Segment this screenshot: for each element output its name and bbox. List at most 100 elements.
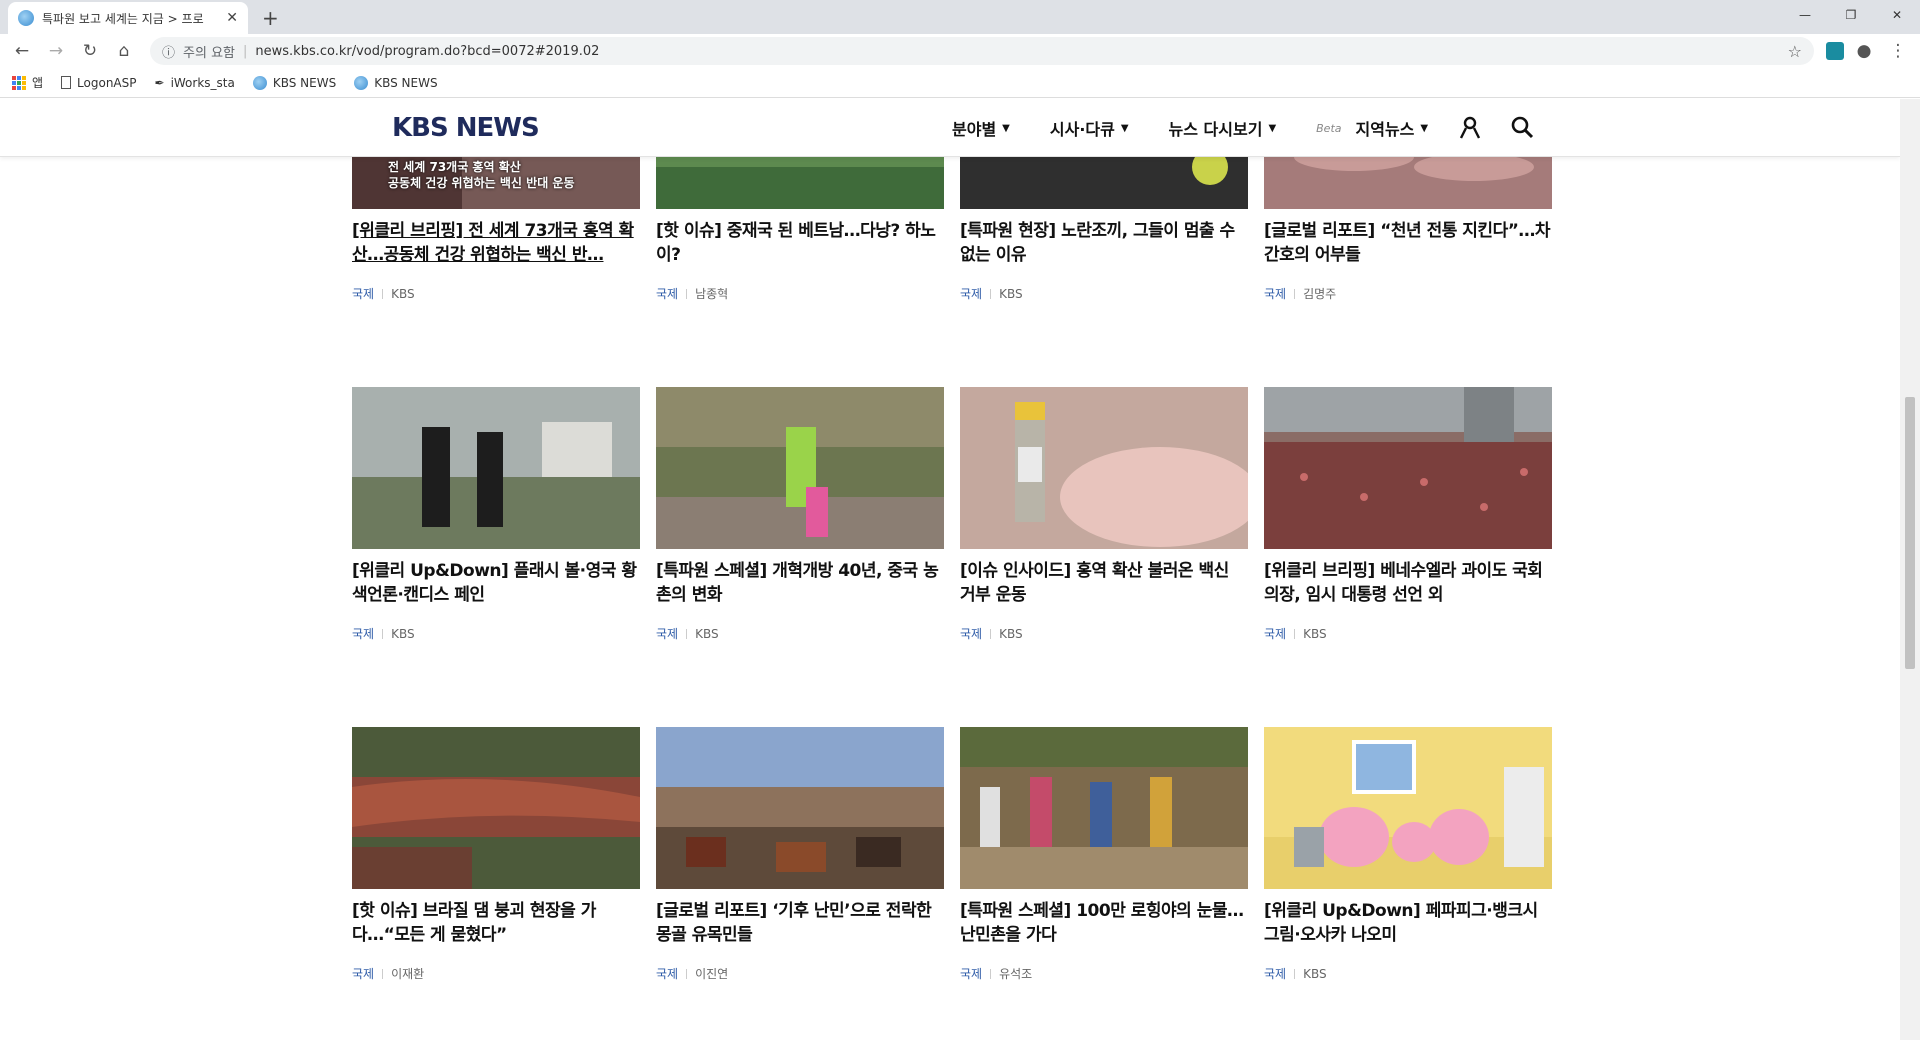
meta-divider xyxy=(1294,968,1296,979)
category-label: 국제 xyxy=(352,627,375,641)
profile-icon[interactable]: ● xyxy=(1850,37,1878,65)
video-meta: 국제 KBS xyxy=(960,285,1248,302)
meta-divider xyxy=(686,288,688,299)
nav-label: 지역뉴스 xyxy=(1355,120,1415,139)
category-label: 국제 xyxy=(656,627,679,641)
extension-icon[interactable] xyxy=(1826,42,1844,60)
video-thumbnail[interactable] xyxy=(1264,387,1552,549)
video-thumbnail[interactable] xyxy=(960,727,1248,889)
page-scrollbar[interactable] xyxy=(1900,99,1920,1040)
apps-icon xyxy=(12,75,26,90)
video-title-link[interactable]: [특파원 현장] 노란조끼, 그들이 멈출 수 없는 이유 xyxy=(960,219,1248,267)
video-card[interactable]: [특파원 스페셜] 개혁개방 40년, 중국 농촌의 변화국제 KBS xyxy=(656,387,944,642)
divider: | xyxy=(243,43,248,59)
video-card[interactable]: [이슈 인사이드] 홍역 확산 불러온 백신 거부 운동국제 KBS xyxy=(960,387,1248,642)
nav-item-documentary[interactable]: 시사·다큐 ▼ xyxy=(1050,116,1129,140)
browser-tab[interactable]: 특파원 보고 세계는 지금 > 프로 ✕ xyxy=(8,2,248,34)
meta-divider xyxy=(382,628,384,639)
video-card[interactable]: [위클리 Up&Down] 플래시 볼·영국 황색언론·캔디스 페인국제 KBS xyxy=(352,387,640,642)
video-card[interactable]: [위클리 브리핑] 베네수엘라 과이도 국회의장, 임시 대통령 선언 외국제 K… xyxy=(1264,387,1552,642)
user-icon[interactable] xyxy=(1458,115,1482,139)
bookmark-label: KBS NEWS xyxy=(374,75,438,90)
nav-item-local-news[interactable]: Beta 지역뉴스 ▼ xyxy=(1316,116,1428,140)
video-title-link[interactable]: [특파원 스페셜] 개혁개방 40년, 중국 농촌의 변화 xyxy=(656,559,944,607)
bookmark-star-icon[interactable]: ☆ xyxy=(1788,42,1802,61)
video-card[interactable]: [위클리 Up&Down] 페파피그·뱅크시 그림·오사카 나오미 국제 KBS xyxy=(1264,727,1552,982)
meta-divider xyxy=(990,968,992,979)
scrollbar-thumb[interactable] xyxy=(1905,397,1915,669)
bookmark-logonasp[interactable]: LogonASP xyxy=(61,75,137,90)
nav-label: 시사·다큐 xyxy=(1049,120,1115,139)
video-title-link[interactable]: [핫 이슈] 브라질 댐 붕괴 현장을 가다…“모든 게 묻혔다” xyxy=(352,899,640,947)
video-thumbnail[interactable] xyxy=(352,387,640,549)
nav-item-replay[interactable]: 뉴스 다시보기 ▼ xyxy=(1169,116,1277,140)
video-title-link[interactable]: [글로벌 리포트] “천년 전통 지킨다”…차간호의 어부들 xyxy=(1264,219,1552,267)
video-thumbnail[interactable] xyxy=(352,727,640,889)
bookmark-iworks[interactable]: ✒ iWorks_sta xyxy=(155,76,235,90)
video-meta: 국제 KBS xyxy=(960,625,1248,642)
bookmark-apps[interactable]: 앱 xyxy=(12,74,43,91)
video-title-link[interactable]: [위클리 Up&Down] 플래시 볼·영국 황색언론·캔디스 페인 xyxy=(352,559,640,607)
bookmark-kbs-news-2[interactable]: KBS NEWS xyxy=(354,75,438,90)
kbs-globe-icon xyxy=(354,75,369,90)
url-text[interactable]: news.kbs.co.kr/vod/program.do?bcd=0072#2… xyxy=(255,44,1779,59)
nav-label: 뉴스 다시보기 xyxy=(1168,120,1263,139)
reload-icon[interactable]: ↻ xyxy=(76,37,104,65)
info-icon[interactable]: ⓘ xyxy=(162,42,175,61)
home-icon[interactable]: ⌂ xyxy=(110,37,138,65)
video-card[interactable]: [글로벌 리포트] ‘기후 난민’으로 전락한 몽골 유목민들 국제 이진연 xyxy=(656,727,944,982)
bookmark-label: iWorks_sta xyxy=(170,75,235,90)
thumbnail-caption: 전 세계 73개국 홍역 확산 공동체 건강 위협하는 백신 반대 운동 xyxy=(388,159,575,191)
video-title-link[interactable]: [글로벌 리포트] ‘기후 난민’으로 전락한 몽골 유목민들 xyxy=(656,899,944,947)
video-title-link[interactable]: [위클리 브리핑] 전 세계 73개국 홍역 확산…공동체 건강 위협하는 백신… xyxy=(352,219,640,267)
forward-icon[interactable]: → xyxy=(42,37,70,65)
meta-divider xyxy=(686,968,688,979)
tab-close-icon[interactable]: ✕ xyxy=(226,10,238,26)
video-meta: 국제 KBS xyxy=(352,285,640,302)
video-card[interactable]: [특파원 스페셜] 100만 로힝야의 눈물…난민촌을 가다 국제 유석조 xyxy=(960,727,1248,982)
video-thumbnail[interactable] xyxy=(656,387,944,549)
meta-divider xyxy=(990,628,992,639)
new-tab-button[interactable]: + xyxy=(262,6,279,30)
close-window-icon[interactable]: ✕ xyxy=(1874,0,1920,30)
minimize-icon[interactable]: — xyxy=(1782,0,1828,30)
search-icon[interactable] xyxy=(1510,115,1534,139)
video-meta: 국제 KBS xyxy=(352,625,640,642)
video-title-link[interactable]: [핫 이슈] 중재국 된 베트남…다낭? 하노이? xyxy=(656,219,944,267)
nav-label: 분야별 xyxy=(952,120,997,139)
video-meta: 국제 남종혁 xyxy=(656,285,944,302)
site-logo[interactable]: KBS NEWS xyxy=(392,113,540,143)
menu-kebab-icon[interactable]: ⋮ xyxy=(1884,37,1912,65)
author-label: 이재환 xyxy=(391,967,425,981)
bookmark-label: LogonASP xyxy=(77,75,137,90)
video-title-link[interactable]: [위클리 브리핑] 베네수엘라 과이도 국회의장, 임시 대통령 선언 외 xyxy=(1264,559,1552,607)
header-icons xyxy=(1458,115,1534,139)
meta-divider xyxy=(382,968,384,979)
back-icon[interactable]: ← xyxy=(8,37,36,65)
meta-divider xyxy=(382,288,384,299)
video-meta: 국제 KBS xyxy=(656,625,944,642)
author-label: 김명주 xyxy=(1303,287,1337,301)
video-title-link[interactable]: [이슈 인사이드] 홍역 확산 불러온 백신 거부 운동 xyxy=(960,559,1248,607)
meta-divider xyxy=(686,628,688,639)
bookmark-kbs-news-1[interactable]: KBS NEWS xyxy=(252,75,336,90)
tool-icon: ✒ xyxy=(154,75,165,90)
video-meta: 국제 KBS xyxy=(1264,625,1552,642)
category-label: 국제 xyxy=(960,967,983,981)
video-thumbnail[interactable] xyxy=(1264,727,1552,889)
video-thumbnail[interactable] xyxy=(656,727,944,889)
video-thumbnail[interactable] xyxy=(960,387,1248,549)
author-label: KBS xyxy=(391,626,415,641)
video-title-link[interactable]: [특파원 스페셜] 100만 로힝야의 눈물…난민촌을 가다 xyxy=(960,899,1248,947)
nav-item-category[interactable]: 분야별 ▼ xyxy=(952,116,1010,140)
video-card[interactable]: [핫 이슈] 브라질 댐 붕괴 현장을 가다…“모든 게 묻혔다” 국제 이재환 xyxy=(352,727,640,982)
window-controls: — ❐ ✕ xyxy=(1782,0,1920,30)
restore-icon[interactable]: ❐ xyxy=(1828,0,1874,30)
beta-badge: Beta xyxy=(1316,121,1342,135)
meta-divider xyxy=(990,288,992,299)
video-title-link[interactable]: [위클리 Up&Down] 페파피그·뱅크시 그림·오사카 나오미 xyxy=(1264,899,1552,947)
author-label: 이진연 xyxy=(695,967,729,981)
caret-down-icon: ▼ xyxy=(1120,122,1129,134)
caption-line: 공동체 건강 위협하는 백신 반대 운동 xyxy=(388,176,575,190)
address-bar[interactable]: ⓘ 주의 요함 | news.kbs.co.kr/vod/program.do?… xyxy=(150,37,1814,65)
